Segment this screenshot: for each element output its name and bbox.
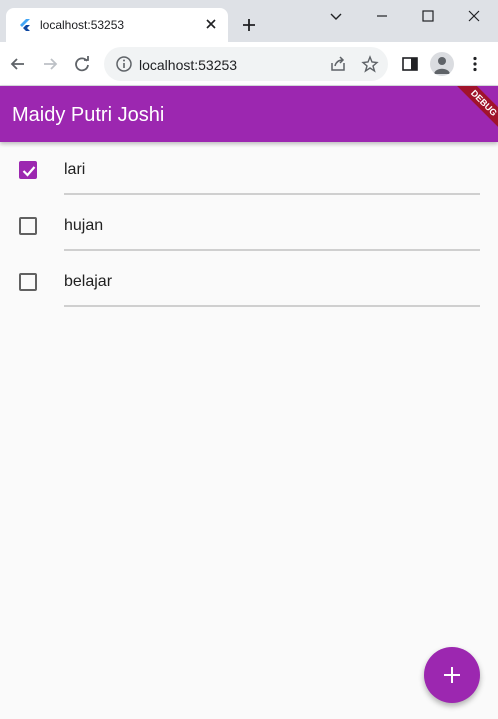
minimize-icon[interactable] [372, 6, 392, 26]
close-tab-icon[interactable] [203, 16, 219, 32]
list-item: hujan [0, 198, 498, 254]
tab-title: localhost:53253 [40, 18, 125, 32]
more-options-icon[interactable] [465, 54, 485, 74]
address-text: localhost:53253 [139, 57, 238, 73]
chevron-down-icon[interactable] [326, 6, 346, 26]
browser-tab[interactable]: localhost:53253 [6, 8, 228, 42]
plus-icon [444, 667, 460, 683]
info-icon[interactable] [114, 54, 134, 74]
todo-checkbox[interactable] [19, 161, 37, 179]
list-item: lari [0, 142, 498, 198]
todo-checkbox[interactable] [19, 217, 37, 235]
share-icon[interactable] [328, 54, 348, 74]
new-tab-icon[interactable] [240, 16, 258, 34]
side-panel-icon[interactable] [400, 54, 420, 74]
debug-banner: DEBUG [443, 86, 498, 142]
address-bar[interactable]: localhost:53253 [104, 47, 388, 81]
add-todo-button[interactable] [424, 647, 480, 703]
browser-tab-strip: localhost:53253 [0, 0, 498, 42]
todo-text-field[interactable]: belajar [64, 254, 480, 307]
flutter-icon [20, 19, 30, 31]
app-bar: Maidy Putri Joshi DEBUG [0, 86, 498, 142]
todo-checkbox[interactable] [19, 273, 37, 291]
todo-text: lari [64, 161, 86, 178]
list-item: belajar [0, 254, 498, 310]
profile-avatar[interactable] [430, 52, 454, 76]
maximize-icon[interactable] [418, 6, 438, 26]
todo-text: belajar [64, 273, 113, 290]
page-title: Maidy Putri Joshi [12, 104, 165, 126]
close-window-icon[interactable] [464, 6, 484, 26]
todo-text-field[interactable]: lari [64, 142, 480, 195]
person-icon [434, 57, 450, 74]
reload-icon[interactable] [72, 54, 92, 74]
browser-toolbar: localhost:53253 [0, 42, 498, 86]
back-icon[interactable] [8, 54, 28, 74]
todo-text: hujan [64, 217, 104, 234]
bookmark-star-icon[interactable] [360, 54, 380, 74]
forward-icon[interactable] [40, 54, 60, 74]
todo-text-field[interactable]: hujan [64, 198, 480, 251]
check-icon [22, 166, 36, 177]
